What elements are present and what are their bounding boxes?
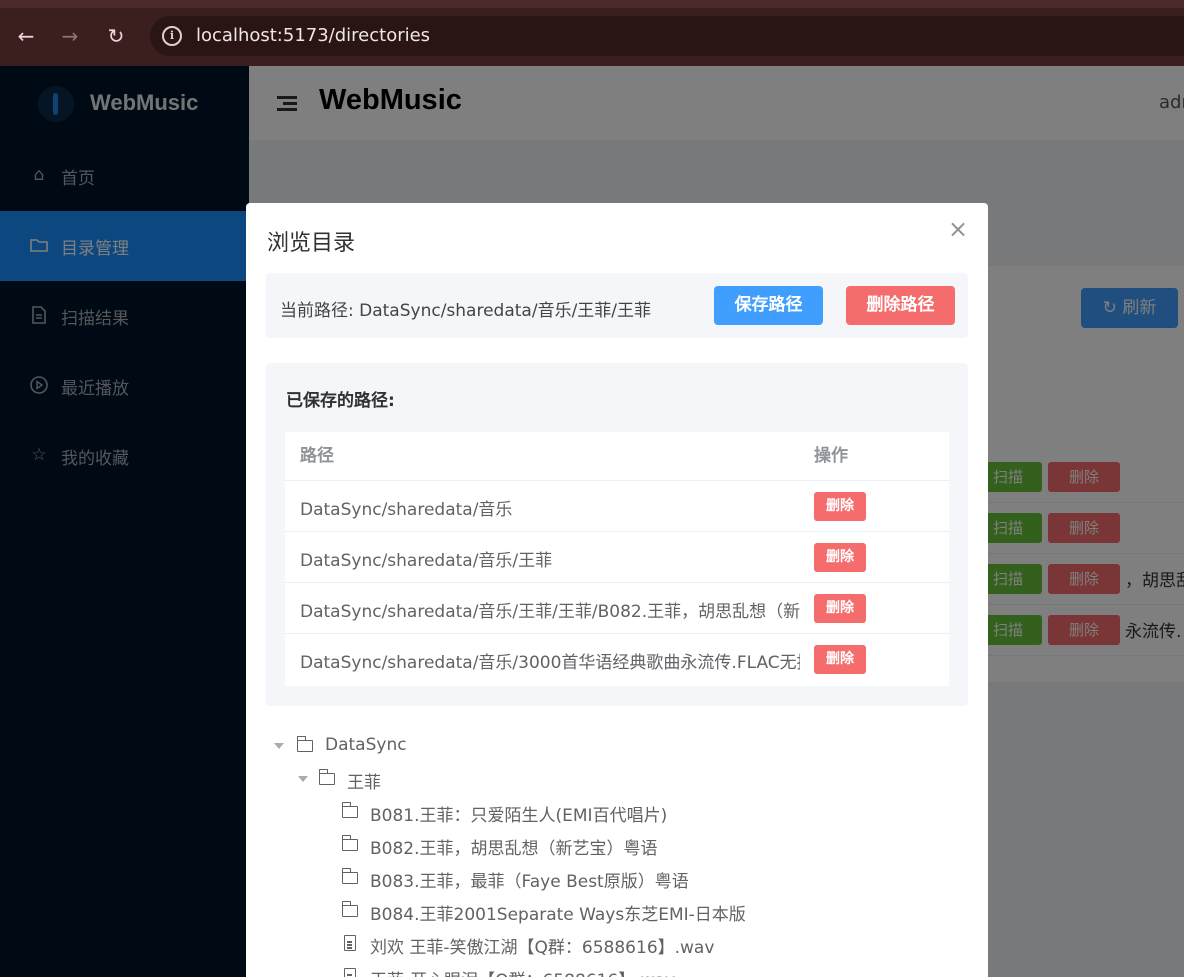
folder-icon	[341, 868, 358, 884]
arrow-right-icon[interactable]: →	[56, 22, 84, 50]
column-header-action: 操作	[814, 446, 848, 466]
tree-node-label: B084.王菲2001Separate Ways东芝EMI-日本版	[370, 905, 746, 925]
current-path-label: 当前路径: DataSync/sharedata/音乐/王菲/王菲	[280, 301, 652, 321]
saved-paths-table: 路径 操作 DataSync/sharedata/音乐 删除 DataSync/…	[285, 432, 949, 686]
caret-down-icon[interactable]	[274, 743, 284, 749]
tree-node-label: B081.王菲：只爱陌生人(EMI百代唱片)	[370, 806, 668, 826]
tree-node-wangfei[interactable]: 王菲	[298, 764, 698, 797]
url-text[interactable]: localhost:5173/directories	[196, 25, 430, 46]
delete-button[interactable]: 删除	[814, 594, 866, 623]
tree-node[interactable]: B084.王菲2001Separate Ways东芝EMI-日本版	[341, 896, 842, 929]
column-header-path: 路径	[300, 446, 334, 466]
path-cell: DataSync/sharedata/音乐/王菲	[300, 551, 553, 571]
folder-icon	[341, 802, 358, 818]
browse-directory-dialog: 浏览目录 × 当前路径: DataSync/sharedata/音乐/王菲/王菲…	[246, 203, 988, 977]
saved-paths-title: 已保存的路径:	[286, 391, 395, 411]
caret-down-icon[interactable]	[298, 776, 308, 782]
tree-node[interactable]: B082.王菲，胡思乱想（新艺宝）粤语	[341, 830, 842, 863]
path-cell: DataSync/sharedata/音乐/3000首华语经典歌曲永流传.FLA…	[300, 653, 800, 673]
table-header: 路径 操作	[285, 432, 949, 481]
file-icon	[344, 935, 356, 951]
tree-node-datasync[interactable]: DataSync	[274, 731, 674, 764]
folder-icon	[318, 769, 335, 785]
tree-node-label: DataSync	[325, 735, 407, 755]
tree-node[interactable]: B081.王菲：只爱陌生人(EMI百代唱片)	[341, 797, 842, 830]
address-bar[interactable]: i localhost:5173/directories	[150, 16, 1184, 56]
path-cell: DataSync/sharedata/音乐	[300, 500, 513, 520]
folder-icon	[341, 901, 358, 917]
info-icon[interactable]: i	[162, 26, 182, 46]
tree-node[interactable]: B083.王菲，最菲（Faye Best原版）粤语	[341, 863, 842, 896]
delete-button[interactable]: 删除	[814, 645, 866, 674]
reload-icon[interactable]: ↻	[102, 22, 130, 50]
tree-node[interactable]: 王菲-开心眼泪【Q群：6588616】.wav	[344, 962, 844, 977]
folder-icon	[341, 835, 358, 851]
tree-node-label: 王菲-开心眼泪【Q群：6588616】.wav	[370, 966, 675, 977]
delete-button[interactable]: 删除	[814, 492, 866, 521]
dialog-title: 浏览目录	[267, 231, 356, 256]
tree-node-label: B083.王菲，最菲（Faye Best原版）粤语	[370, 872, 689, 892]
delete-button[interactable]: 删除	[814, 543, 866, 572]
folder-icon	[296, 736, 313, 752]
save-path-button[interactable]: 保存路径	[714, 286, 823, 325]
table-row: DataSync/sharedata/音乐/王菲/王菲/B082.王菲，胡思乱想…	[285, 583, 949, 634]
tree-node-label: B082.王菲，胡思乱想（新艺宝）粤语	[370, 839, 658, 859]
arrow-left-icon[interactable]: ←	[12, 22, 40, 50]
file-icon	[344, 968, 356, 977]
tree-node[interactable]: 刘欢 王菲-笑傲江湖【Q群：6588616】.wav	[344, 929, 844, 962]
tree-node-label: 刘欢 王菲-笑傲江湖【Q群：6588616】.wav	[370, 938, 715, 958]
table-row: DataSync/sharedata/音乐/3000首华语经典歌曲永流传.FLA…	[285, 634, 949, 685]
tree-node-label: 王菲	[347, 773, 381, 793]
saved-paths-panel: 已保存的路径: 路径 操作 DataSync/sharedata/音乐 删除 D…	[266, 363, 968, 706]
path-cell: DataSync/sharedata/音乐/王菲/王菲/B082.王菲，胡思乱想…	[300, 602, 800, 622]
table-row: DataSync/sharedata/音乐 删除	[285, 481, 949, 532]
table-row: DataSync/sharedata/音乐/王菲 删除	[285, 532, 949, 583]
browser-tab-strip	[0, 0, 1184, 8]
remove-path-button[interactable]: 删除路径	[846, 286, 955, 325]
current-path-bar: 当前路径: DataSync/sharedata/音乐/王菲/王菲 保存路径 删…	[266, 273, 968, 338]
browser-toolbar: ← → ↻ i localhost:5173/directories	[0, 0, 1184, 66]
close-icon[interactable]: ×	[946, 217, 970, 241]
